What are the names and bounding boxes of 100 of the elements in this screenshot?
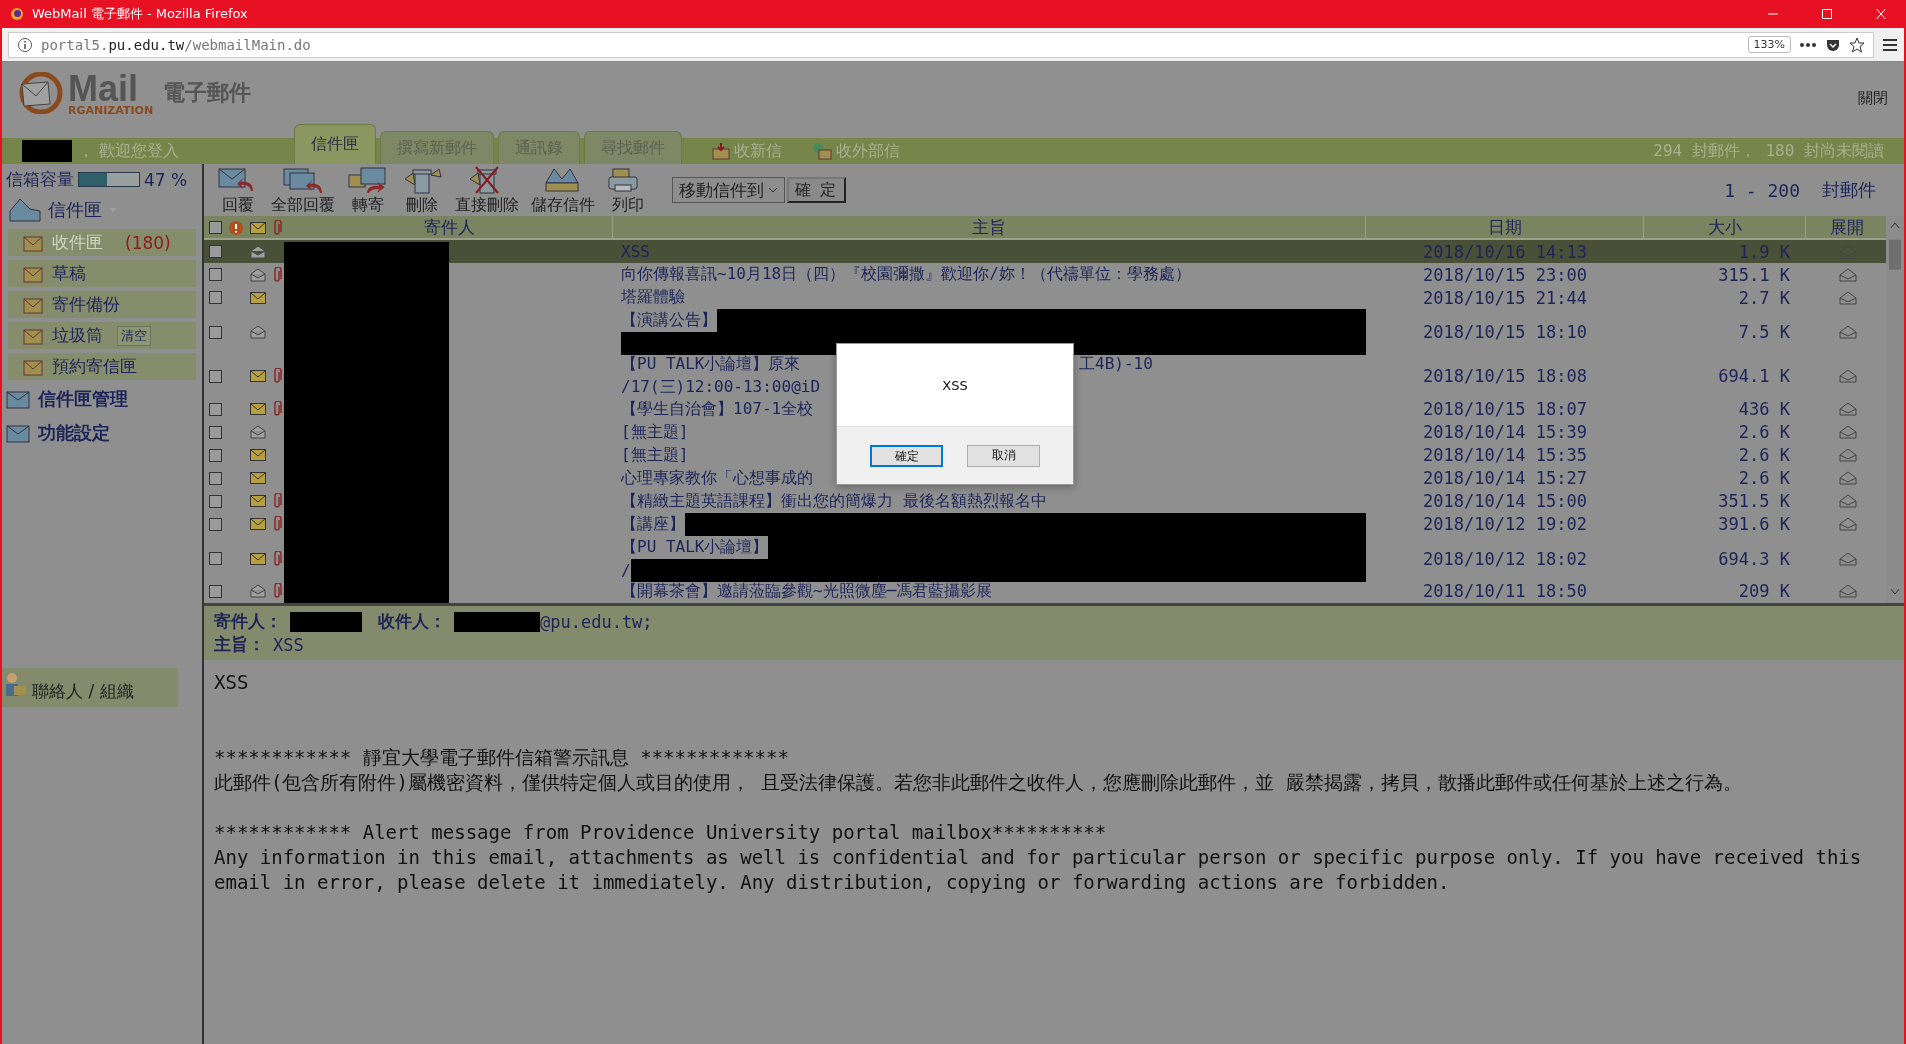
- size-text: 351.5 K: [1718, 491, 1790, 512]
- row-checkbox[interactable]: [208, 245, 222, 258]
- folder-root[interactable]: 信件匣: [2, 193, 202, 227]
- date-text: 2018/10/15 18:07: [1423, 399, 1587, 420]
- expand-icon[interactable]: [1838, 325, 1857, 339]
- row-checkbox[interactable]: [208, 268, 222, 281]
- date-text: 2018/10/12 18:02: [1423, 548, 1587, 569]
- body-text: ************ 靜宜大學電子郵件信箱警示訊息 *************: [214, 745, 790, 770]
- expand-icon[interactable]: [1838, 267, 1857, 282]
- size-text: 209 K: [1738, 581, 1790, 602]
- welcome-text: ， 歡迎您登入: [78, 140, 180, 162]
- expand-icon[interactable]: [1838, 425, 1857, 440]
- subject-text: 【開幕茶會】邀請蒞臨參觀~光照微塵─馮君藍攝影展: [621, 580, 993, 602]
- range-text: 1 - 200: [1724, 179, 1800, 201]
- folder-item[interactable]: 收件匣 (180): [8, 229, 196, 256]
- date-text: 2018/10/11 18:50: [1423, 581, 1587, 602]
- subject-text: 【PU TALK小論壇】: [621, 535, 769, 558]
- subject-label: 主旨：: [214, 633, 265, 656]
- subject-text: [無主題]: [621, 443, 689, 466]
- caret-icon: [768, 187, 778, 193]
- dialog-button[interactable]: 取消: [967, 444, 1040, 467]
- empty-trash-button[interactable]: 清空: [117, 325, 151, 346]
- row-checkbox[interactable]: [208, 448, 222, 462]
- priority-icon: [229, 220, 243, 235]
- contacts-link[interactable]: 聯絡人 / 組織: [2, 668, 178, 707]
- subject-text: 【精緻主題英語課程】衝出您的簡爆力 最後名額熱烈報名中: [621, 489, 1047, 512]
- subject-text: 工4B)-10: [1079, 353, 1153, 376]
- folder-item[interactable]: 寄件備份: [8, 291, 196, 318]
- quota-label: 信箱容量: [6, 168, 74, 191]
- toolbar-button[interactable]: 刪除: [396, 164, 448, 216]
- date-text: 2018/10/14 15:00: [1423, 491, 1587, 512]
- star-icon[interactable]: [1849, 36, 1865, 53]
- row-checkbox[interactable]: [208, 425, 222, 439]
- close-link[interactable]: 關閉: [1858, 88, 1888, 108]
- confirm-button[interactable]: 確 定: [787, 177, 847, 203]
- folder-item[interactable]: 草稿: [8, 260, 196, 287]
- row-checkbox[interactable]: [208, 471, 222, 485]
- mail-summary: 294 封郵件， 180 封尚未閱讀: [1653, 139, 1885, 162]
- row-checkbox[interactable]: [208, 291, 222, 304]
- toolbar-button[interactable]: 回覆: [212, 164, 264, 216]
- date-text: 2018/10/15 18:08: [1423, 366, 1587, 387]
- window-title: WebMail 電子郵件 - Mozilla Firefox: [32, 5, 249, 23]
- quota-bar: [78, 172, 140, 187]
- tab[interactable]: 信件匣: [294, 124, 376, 164]
- logo-text: Mail: [68, 70, 138, 107]
- subject-text: 【演講公告】: [621, 309, 717, 331]
- size-text: 2.7 K: [1738, 287, 1790, 308]
- info-icon: [17, 36, 33, 53]
- row-checkbox[interactable]: [208, 369, 222, 383]
- expand-icon[interactable]: [1838, 471, 1857, 486]
- move-select[interactable]: 移動信件到: [672, 177, 785, 203]
- toolbar-button[interactable]: 直接刪除: [450, 164, 524, 216]
- folder-item[interactable]: 預約寄信匣: [8, 353, 196, 380]
- row-checkbox[interactable]: [208, 552, 222, 566]
- size-text: 7.5 K: [1738, 322, 1790, 342]
- expand-icon[interactable]: [1838, 584, 1857, 599]
- row-checkbox[interactable]: [208, 325, 222, 339]
- address-field[interactable]: portal5.pu.edu.tw/webmailMain.do 133%: [8, 31, 1874, 58]
- menu-icon[interactable]: [1882, 37, 1898, 52]
- dialog-button[interactable]: 確定: [870, 444, 943, 467]
- toolbar-button[interactable]: 列印: [602, 164, 654, 216]
- inbox-arrow-icon: [712, 142, 730, 160]
- size-text: 2.6 K: [1738, 445, 1790, 466]
- more-icon[interactable]: [1799, 41, 1817, 48]
- row-checkbox[interactable]: [208, 402, 222, 416]
- column-header[interactable]: 寄件人: [286, 216, 613, 239]
- row-checkbox[interactable]: [208, 494, 222, 508]
- expand-icon[interactable]: [1838, 402, 1857, 417]
- size-text: 315.1 K: [1718, 264, 1790, 285]
- toolbar-button[interactable]: 全部回覆: [266, 164, 340, 216]
- subject-text: 心理專家教你「心想事成的: [621, 466, 813, 489]
- subject-text: 【講座】: [621, 512, 685, 535]
- expand-icon[interactable]: [1838, 290, 1857, 305]
- firefox-icon: [10, 7, 24, 21]
- row-checkbox[interactable]: [208, 585, 222, 598]
- recipient-text: @pu.edu.tw;: [454, 611, 653, 632]
- column-header[interactable]: 大小: [1644, 216, 1806, 239]
- expand-icon[interactable]: [1838, 517, 1857, 532]
- date-text: 2018/10/14 15:27: [1423, 468, 1587, 489]
- row-checkbox[interactable]: [208, 517, 222, 531]
- subject-text: 【PU TALK小論壇】原來: [621, 353, 801, 376]
- expand-icon[interactable]: [1838, 448, 1857, 463]
- column-header[interactable]: 主旨: [613, 216, 1366, 239]
- size-text: 2.6 K: [1738, 422, 1790, 443]
- select-all-checkbox[interactable]: [208, 221, 222, 234]
- envelope-icon: [249, 221, 266, 234]
- date-text: 2018/10/15 23:00: [1423, 264, 1587, 285]
- expand-icon[interactable]: [1838, 369, 1857, 384]
- toolbar-button[interactable]: 轉寄: [342, 164, 394, 216]
- expand-icon[interactable]: [1838, 494, 1857, 509]
- zoom-badge[interactable]: 133%: [1747, 36, 1791, 53]
- toolbar-button[interactable]: 儲存信件: [526, 164, 600, 216]
- expand-icon[interactable]: [1838, 551, 1857, 566]
- sidebar-section[interactable]: 功能設定: [2, 416, 202, 450]
- date-text: 2018/10/15 21:44: [1423, 287, 1587, 308]
- date-text: 2018/10/14 15:39: [1423, 422, 1587, 443]
- column-header[interactable]: 日期: [1366, 216, 1644, 239]
- size-text: 694.3 K: [1718, 548, 1790, 569]
- folder-item[interactable]: 垃圾筒 清空: [8, 322, 196, 349]
- sidebar-section[interactable]: 信件匣管理: [2, 382, 202, 416]
